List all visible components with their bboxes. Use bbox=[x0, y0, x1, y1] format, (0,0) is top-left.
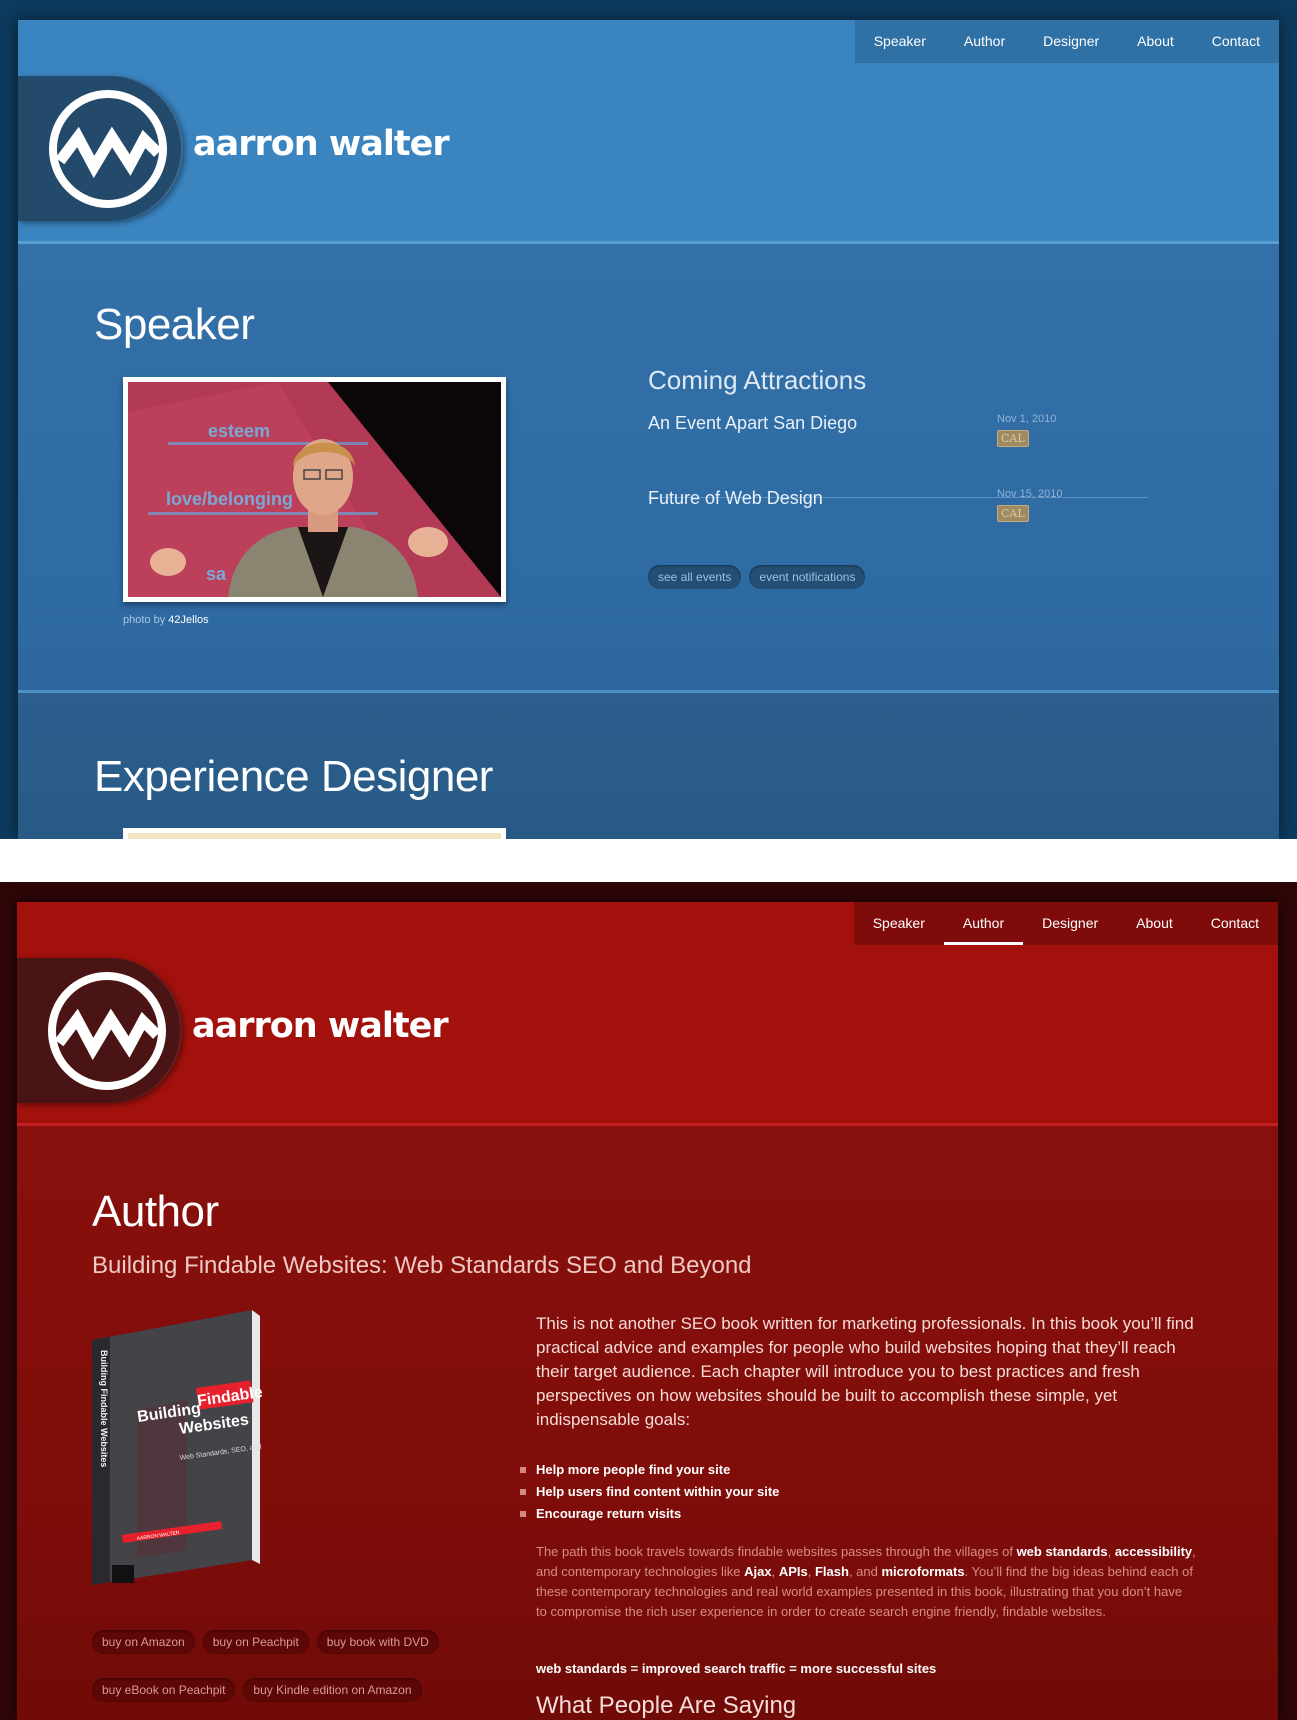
page-title: Author bbox=[92, 1187, 219, 1236]
event-name[interactable]: Future of Web Design bbox=[648, 488, 1148, 509]
nav-about[interactable]: About bbox=[1118, 20, 1193, 63]
keyword: web standards bbox=[1016, 1544, 1108, 1559]
keyword: Flash bbox=[814, 1564, 849, 1579]
nav-about[interactable]: About bbox=[1117, 902, 1192, 945]
keyword: microformats bbox=[881, 1564, 965, 1579]
nav-contact[interactable]: Contact bbox=[1193, 20, 1279, 63]
nav-author[interactable]: Author bbox=[943, 902, 1024, 945]
calendar-badge[interactable]: CAL bbox=[997, 430, 1029, 447]
book-description: The path this book travels towards finda… bbox=[536, 1544, 1196, 1619]
event-item: An Event Apart San Diego Nov 1, 2010 CAL bbox=[648, 413, 1148, 447]
author-screen: Speaker Author Designer About Contact aa… bbox=[0, 882, 1297, 1720]
photo-credit-prefix: photo by bbox=[123, 614, 166, 626]
speaker-photo-image: esteem love/belonging sa bbox=[128, 382, 501, 597]
logo-icon bbox=[48, 972, 166, 1090]
event-notifications-button[interactable]: event notifications bbox=[749, 565, 866, 589]
buy-ebook-button[interactable]: buy eBook on Peachpit bbox=[92, 1678, 236, 1702]
site-name[interactable]: aarron walter bbox=[192, 1006, 449, 1046]
page-container: Speaker Author Designer About Contact aa… bbox=[18, 20, 1279, 839]
speaker-screen: Speaker Author Designer About Contact aa… bbox=[0, 0, 1297, 839]
event-date: Nov 15, 2010 bbox=[997, 488, 1063, 500]
event-name[interactable]: An Event Apart San Diego bbox=[648, 413, 1148, 434]
nav-contact[interactable]: Contact bbox=[1192, 902, 1278, 945]
see-all-events-button[interactable]: see all events bbox=[648, 565, 742, 589]
event-buttons: see all events event notifications bbox=[648, 565, 866, 589]
page-title: Speaker bbox=[94, 300, 255, 349]
keyword: accessibility bbox=[1114, 1544, 1193, 1559]
photo-word-2: love/belonging bbox=[166, 489, 293, 509]
main-nav: Speaker Author Designer About Contact bbox=[853, 902, 1278, 945]
photo-credit-link[interactable]: 42Jellos bbox=[168, 614, 208, 626]
nav-designer[interactable]: Designer bbox=[1023, 902, 1117, 945]
list-item: Encourage return visits bbox=[520, 1503, 779, 1525]
book-cover-image[interactable]: Building Findable Websites Building Find… bbox=[92, 1310, 287, 1602]
speaker-photo: esteem love/belonging sa bbox=[123, 377, 506, 602]
list-item: Help users find content within your site bbox=[520, 1481, 779, 1503]
designer-section-title: Experience Designer bbox=[94, 752, 493, 801]
buy-amazon-button[interactable]: buy on Amazon bbox=[92, 1630, 195, 1654]
photo-word-1: esteem bbox=[208, 421, 270, 441]
main-nav: Speaker Author Designer About Contact bbox=[854, 20, 1279, 63]
keyword: APIs bbox=[778, 1564, 808, 1579]
designer-image-frame bbox=[123, 828, 506, 839]
site-name[interactable]: aarron walter bbox=[193, 124, 450, 164]
nav-author[interactable]: Author bbox=[945, 20, 1024, 63]
buy-buttons-row-1: buy on Amazon buy on Peachpit buy book w… bbox=[92, 1630, 439, 1654]
event-date: Nov 1, 2010 bbox=[997, 413, 1057, 425]
logo-icon bbox=[49, 90, 167, 208]
list-item: Help more people find your site bbox=[520, 1459, 779, 1481]
book-spine-text: Building Findable Websites bbox=[99, 1350, 109, 1467]
photo-credit: photo by 42Jellos bbox=[123, 614, 209, 626]
photo-word-3: sa bbox=[206, 564, 227, 584]
book-title: Building Findable Websites: Web Standard… bbox=[92, 1252, 752, 1279]
logo-tab[interactable] bbox=[18, 76, 183, 221]
logo-tab[interactable] bbox=[17, 958, 182, 1103]
nav-speaker[interactable]: Speaker bbox=[855, 20, 945, 63]
tagline: web standards = improved search traffic … bbox=[536, 1661, 937, 1676]
buy-peachpit-button[interactable]: buy on Peachpit bbox=[202, 1630, 309, 1654]
book-intro: This is not another SEO book written for… bbox=[536, 1314, 1194, 1429]
nav-speaker[interactable]: Speaker bbox=[854, 902, 944, 945]
event-item: Future of Web Design Nov 15, 2010 CAL bbox=[648, 488, 1148, 522]
keyword: Ajax bbox=[744, 1564, 772, 1579]
goals-list: Help more people find your site Help use… bbox=[520, 1459, 779, 1525]
coming-attractions-title: Coming Attractions bbox=[648, 365, 867, 395]
calendar-badge[interactable]: CAL bbox=[997, 505, 1029, 522]
nav-designer[interactable]: Designer bbox=[1024, 20, 1118, 63]
buy-dvd-button[interactable]: buy book with DVD bbox=[316, 1630, 439, 1654]
testimonials-title: What People Are Saying bbox=[536, 1692, 797, 1719]
buy-buttons-row-2: buy eBook on Peachpit buy Kindle edition… bbox=[92, 1678, 422, 1702]
buy-kindle-button[interactable]: buy Kindle edition on Amazon bbox=[243, 1678, 422, 1702]
page-container: Speaker Author Designer About Contact aa… bbox=[17, 902, 1278, 1720]
